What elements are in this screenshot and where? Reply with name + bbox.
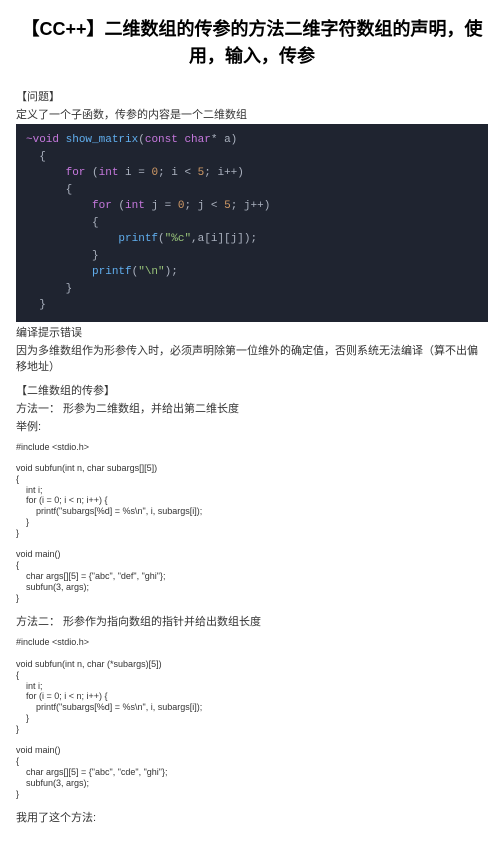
- method1-title: 方法一： 形参为二维数组，并给出第二维长度: [16, 400, 488, 416]
- example-2: #include <stdio.h> void subfun(int n, ch…: [16, 637, 488, 799]
- example-1: #include <stdio.h> void subfun(int n, ch…: [16, 442, 488, 604]
- problem-desc-2: 编译提示错误: [16, 324, 488, 340]
- page-title: 【CC++】二维数组的传参的方法二维字符数组的声明，使用，输入，传参: [16, 16, 488, 70]
- closing-line: 我用了这个方法:: [16, 809, 488, 825]
- section-problem-heading: 【问题】: [16, 88, 488, 104]
- problem-desc-1: 定义了一个子函数，传参的内容是一个二维数组: [16, 106, 488, 122]
- problem-desc-3: 因为多维数组作为形参传入时，必须声明除第一位维外的确定值，否则系统无法编译（算不…: [16, 342, 488, 374]
- section-passing-heading: 【二维数组的传参】: [16, 382, 488, 398]
- method2-title: 方法二： 形参作为指向数组的指针并给出数组长度: [16, 613, 488, 629]
- method1-sub: 举例:: [16, 418, 488, 434]
- code-block-1: ~void show_matrix(const char* a) { for (…: [16, 124, 488, 322]
